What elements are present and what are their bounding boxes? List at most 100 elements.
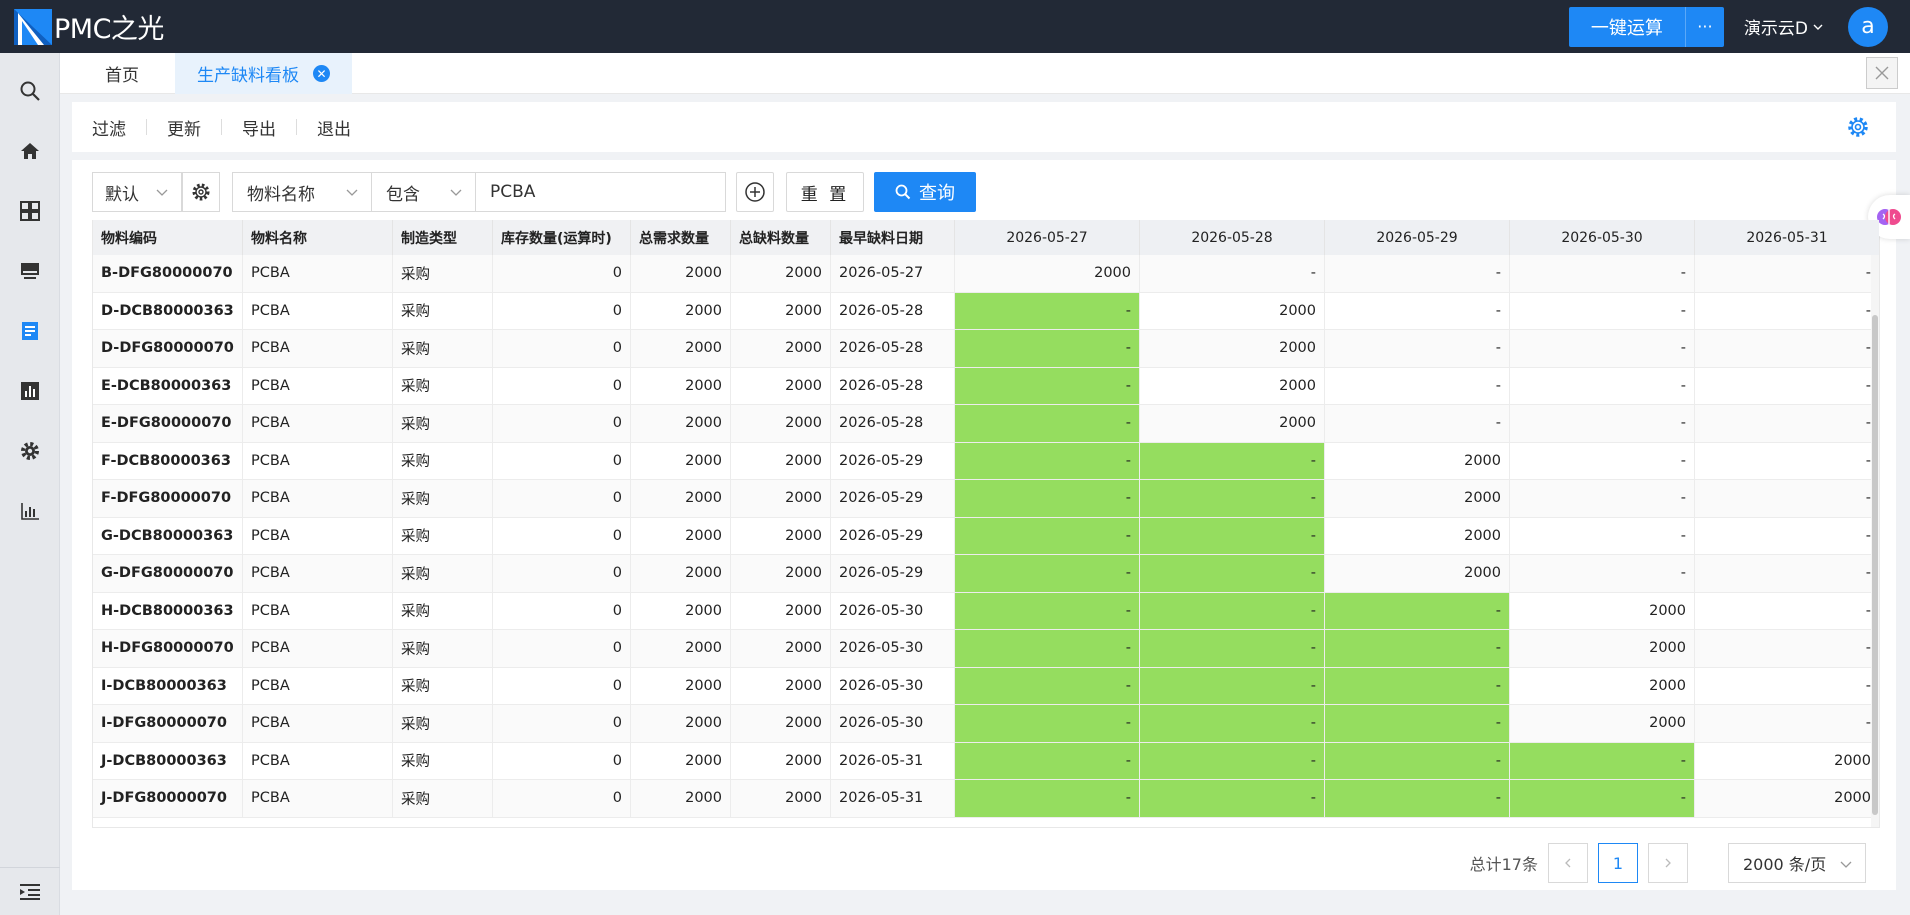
cell-name: PCBA [243,442,393,479]
user-menu[interactable]: 演示云D [1744,14,1824,39]
table-row[interactable]: F-DFG80000070 PCBA 采购 0 2000 2000 2026-05-29- -… [93,480,1879,518]
scrollbar-thumb[interactable] [1872,315,1878,815]
header-demand[interactable]: 总需求数量 [631,220,731,255]
more-options-button[interactable]: ··· [1686,7,1724,47]
preset-select[interactable]: 默认 [92,172,182,212]
cell-name: PCBA [243,405,393,442]
add-condition-button[interactable] [736,172,774,212]
cell-date-value: 2000 [1325,555,1510,592]
page-size-value: 2000 条/页 [1743,855,1827,874]
one-click-calc-button[interactable]: 一键运算 [1569,6,1686,47]
reset-button[interactable]: 重 置 [786,172,864,212]
filter-button[interactable]: 过滤 [72,115,146,140]
table-row[interactable]: D-DCB80000363 PCBA 采购 0 2000 2000 2026-05-28-2… [93,292,1879,330]
table-row[interactable]: J-DFG80000070 PCBA 采购 0 2000 2000 2026-05-31- -… [93,780,1879,818]
cell-shortage: 2000 [731,742,831,779]
cell-code: J-DFG80000070 [93,780,243,817]
tab-shortage-board[interactable]: 生产缺料看板 ✕ [175,53,352,94]
cell-name: PCBA [243,780,393,817]
cell-shortage: 2000 [731,592,831,629]
table-row[interactable]: I-DCB80000363 PCBA 采购 0 2000 2000 2026-05-30- -… [93,667,1879,705]
header-shortage[interactable]: 总缺料数量 [731,220,831,255]
dashboard-icon[interactable] [18,199,42,223]
menu-collapse-icon[interactable] [18,880,42,904]
table-row[interactable]: E-DCB80000363 PCBA 采购 0 2000 2000 2026-05-28-2… [93,367,1879,405]
header-date[interactable]: 2026-05-28 [1140,220,1325,255]
chevron-down-icon [156,189,168,196]
cell-date-value: - [1695,705,1879,742]
prev-page-button[interactable] [1548,843,1588,883]
table-row[interactable]: D-DFG80000070 PCBA 采购 0 2000 2000 2026-05-28-2… [93,330,1879,368]
gear-icon[interactable] [18,439,42,463]
preset-settings-button[interactable] [182,172,220,212]
next-page-button[interactable] [1648,843,1688,883]
field-select[interactable]: 物料名称 [232,172,372,212]
header-date[interactable]: 2026-05-29 [1325,220,1510,255]
monitor-icon[interactable] [18,259,42,283]
cell-date-value: - [1695,368,1879,405]
cell-date-value: - [1140,555,1325,592]
table-row[interactable]: H-DFG80000070 PCBA 采购 0 2000 2000 2026-05-30- -… [93,630,1879,668]
cell-date-value: - [1140,630,1325,667]
table-row[interactable]: G-DCB80000363 PCBA 采购 0 2000 2000 2026-05-29- -… [93,517,1879,555]
cell-demand: 2000 [631,442,731,479]
header-earliest-date[interactable]: 最早缺料日期 [831,220,955,255]
vertical-scrollbar[interactable] [1871,255,1879,827]
cell-stock: 0 [493,667,631,704]
close-page-button[interactable] [1866,57,1898,89]
header-stock[interactable]: 库存数量(运算时) [493,220,631,255]
table-row[interactable]: F-DCB80000363 PCBA 采购 0 2000 2000 2026-05-29- -… [93,442,1879,480]
cell-date-value: - [955,780,1140,817]
chart-icon[interactable] [18,379,42,403]
header-type[interactable]: 制造类型 [393,220,493,255]
operator-select[interactable]: 包含 [372,172,476,212]
cell-stock: 0 [493,630,631,667]
main-panel: 默认 物料名称 包含 PCBA 重 置 查询 物料编码 物料名称 制造类型 库存数量(… [72,160,1896,890]
header-date[interactable]: 2026-05-30 [1510,220,1695,255]
page-size-select[interactable]: 2000 条/页 [1728,843,1866,883]
cell-demand: 2000 [631,705,731,742]
home-icon[interactable] [18,139,42,163]
cell-date-value: - [1695,555,1879,592]
table-row[interactable]: E-DFG80000070 PCBA 采购 0 2000 2000 2026-05-28-2… [93,405,1879,443]
filter-value-input[interactable]: PCBA [476,172,726,212]
refresh-button[interactable]: 更新 [147,115,221,140]
table-body: B-DCB80000363PCBA采购2000400020002026-05-2… [93,243,1879,818]
settings-button[interactable] [1846,115,1870,143]
tab-home[interactable]: 首页 [105,53,139,94]
cell-stock: 0 [493,292,631,329]
tab-label: 首页 [105,66,139,86]
header-date[interactable]: 2026-05-31 [1695,220,1879,255]
report-icon[interactable] [18,319,42,343]
table-row[interactable]: G-DFG80000070 PCBA 采购 0 2000 2000 2026-05-29- -… [93,555,1879,593]
query-button[interactable]: 查询 [874,172,976,212]
exit-button[interactable]: 退出 [297,115,371,140]
cell-date-value: 2000 [1510,667,1695,704]
header-date[interactable]: 2026-05-27 [955,220,1140,255]
table-row[interactable]: I-DFG80000070 PCBA 采购 0 2000 2000 2026-05-30- -… [93,705,1879,743]
app-logo[interactable]: PMC之光 [14,7,164,46]
export-button[interactable]: 导出 [222,115,296,140]
search-icon[interactable] [18,79,42,103]
cell-demand: 2000 [631,592,731,629]
cell-date-value: - [1325,780,1510,817]
cell-name: PCBA [243,705,393,742]
table-row[interactable]: J-DCB80000363 PCBA 采购 0 2000 2000 2026-05-31- -… [93,742,1879,780]
bar-chart-icon[interactable] [18,499,42,523]
cell-date-value: - [955,667,1140,704]
toolbar: 过滤 更新 导出 退出 [72,102,1896,152]
page-number-button[interactable]: 1 [1598,843,1638,883]
cell-demand: 2000 [631,555,731,592]
header-name[interactable]: 物料名称 [243,220,393,255]
cell-date-value: - [1510,480,1695,517]
close-icon[interactable]: ✕ [313,65,330,82]
cell-date-value: - [1695,630,1879,667]
filter-bar: 默认 物料名称 包含 PCBA 重 置 查询 [92,172,976,212]
tab-bar: 首页 生产缺料看板 ✕ [60,53,1910,94]
avatar[interactable]: a [1848,6,1888,47]
header-code[interactable]: 物料编码 [93,220,243,255]
table-row[interactable]: H-DCB80000363 PCBA 采购 0 2000 2000 2026-05-30- -… [93,592,1879,630]
table-row[interactable]: B-DFG80000070 PCBA 采购 0 2000 2000 2026-05-27 20… [93,255,1879,293]
cell-name: PCBA [243,592,393,629]
cell-earliest-date: 2026-05-28 [831,330,955,367]
